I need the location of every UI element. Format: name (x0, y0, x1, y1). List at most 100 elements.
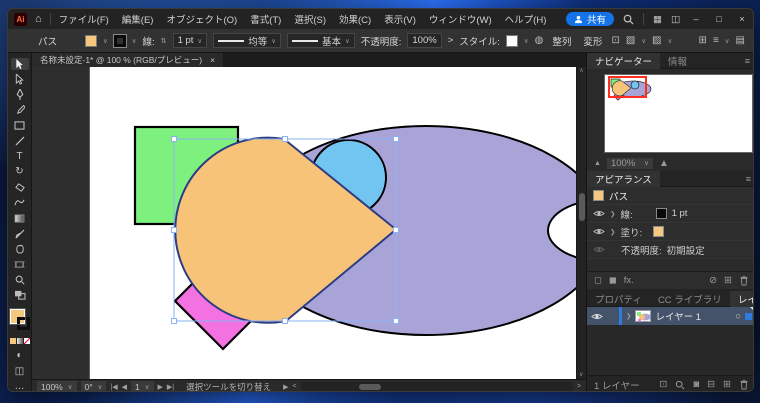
tab-layers[interactable]: レイヤー (729, 290, 753, 307)
navigator-preview[interactable] (604, 74, 753, 153)
free-transform-icon[interactable]: ⊡ (611, 35, 619, 46)
zoom-out-icon[interactable]: ▲ (594, 160, 601, 167)
minimize-button[interactable]: – (689, 14, 703, 24)
menu-file[interactable]: ファイル(F) (59, 12, 109, 26)
zoom-tool[interactable] (11, 274, 29, 286)
menu-object[interactable]: オブジェクト(O) (166, 12, 237, 26)
layer-selection-chip[interactable] (745, 312, 752, 320)
fill-color-swatch[interactable] (653, 226, 665, 237)
tab-cc-libraries[interactable]: CC ライブラリ (650, 291, 730, 307)
menu-window[interactable]: ウィンドウ(W) (429, 12, 492, 26)
screen-mode-icon[interactable]: ◫ (11, 365, 29, 377)
stroke-color-proxy[interactable] (16, 316, 30, 330)
panel-menu-icon[interactable]: ≡ (746, 174, 751, 184)
vertical-scrollbar[interactable]: ∧ ∨ (576, 67, 586, 379)
appearance-fill-row[interactable]: ❯ 塗り: (587, 223, 753, 241)
menu-help[interactable]: ヘルプ(H) (505, 12, 547, 26)
width-profile-dropdown[interactable]: 均等 ∨ (213, 33, 281, 48)
make-clipping-mask-icon[interactable]: ◙ (693, 379, 699, 390)
visibility-eye-icon[interactable] (593, 209, 605, 218)
locate-object-icon[interactable] (675, 380, 685, 390)
chevron-down-icon[interactable]: ∨ (668, 37, 673, 45)
menu-type[interactable]: 書式(T) (250, 12, 281, 26)
layer-thumbnail[interactable] (635, 310, 652, 322)
canvas-viewport[interactable]: ∧ ∨ (32, 67, 586, 379)
type-tool[interactable]: T (11, 150, 29, 162)
stroke-weight-field[interactable]: 1 pt ∨ (172, 33, 208, 48)
tab-info[interactable]: 情報 (660, 53, 695, 69)
fill-stroke-toggle-icon[interactable] (11, 289, 29, 301)
style-swatch[interactable] (505, 34, 518, 47)
chevron-down-icon[interactable]: ∨ (641, 37, 646, 45)
delete-layer-trash-icon[interactable] (739, 379, 749, 390)
tab-appearance[interactable]: アピアランス (587, 170, 660, 187)
expand-arrow-icon[interactable]: ❯ (610, 228, 615, 236)
add-effect-fx-button[interactable]: fx. (624, 275, 634, 286)
color-button[interactable] (9, 337, 16, 344)
document-setup-globe-icon[interactable]: ◍ (535, 35, 544, 46)
tab-navigator[interactable]: ナビゲーター (587, 52, 661, 69)
new-layer-icon[interactable]: ⊞ (723, 379, 731, 390)
status-menu-icon[interactable]: ▶ (283, 383, 288, 391)
scroll-left-icon[interactable]: < (293, 383, 297, 390)
artboard-number-field[interactable]: 1 ∨ (131, 381, 154, 391)
line-segment-tool[interactable] (11, 135, 29, 147)
tab-properties[interactable]: プロパティ (587, 291, 650, 307)
drawing-mode-icon[interactable]: ◐ (11, 350, 29, 362)
appearance-stroke-row[interactable]: ❯ 線: 1 pt (587, 205, 753, 223)
gradient-button[interactable] (16, 337, 23, 344)
share-button[interactable]: 共有 (566, 12, 615, 26)
rotation-field[interactable]: 0° ∨ (80, 381, 107, 391)
navigator-view-proxy[interactable] (608, 76, 647, 98)
layer-target-icon[interactable]: ○ (735, 311, 741, 322)
none-button[interactable] (23, 337, 30, 344)
workspace-icon[interactable]: ◫ (671, 14, 680, 25)
rotate-tool[interactable]: ↻ (11, 166, 29, 178)
zoom-in-icon[interactable]: ▲ (659, 158, 669, 169)
opacity-more-icon[interactable]: > (448, 35, 454, 46)
rectangle-tool[interactable] (11, 120, 29, 132)
chevron-down-icon[interactable]: ∨ (524, 37, 529, 45)
artboard-tool[interactable] (11, 258, 29, 270)
arrange-documents-icon[interactable]: ▦ (653, 14, 662, 25)
zoom-level-field[interactable]: 100% ∨ (37, 381, 77, 391)
collect-for-export-icon[interactable]: ⊡ (659, 379, 667, 390)
last-artboard-icon[interactable]: ▶| (167, 383, 174, 391)
stroke-color-swatch[interactable] (112, 33, 127, 48)
pen-tool[interactable] (11, 89, 29, 101)
next-artboard-icon[interactable]: ▶ (158, 383, 163, 391)
layer-visibility-eye-icon[interactable] (591, 312, 603, 321)
search-icon[interactable] (623, 14, 634, 25)
menu-edit[interactable]: 編集(E) (122, 12, 154, 26)
eyedropper-tool[interactable] (11, 227, 29, 239)
hand-tool[interactable] (11, 243, 29, 255)
layer-row[interactable]: ❯ レイヤー 1 ○ (587, 307, 753, 325)
edit-toolbar-icon[interactable]: … (11, 381, 29, 391)
scroll-down-icon[interactable]: ∨ (579, 371, 583, 378)
align-button[interactable]: 整列 (549, 33, 574, 49)
visibility-eye-icon[interactable] (593, 227, 605, 236)
appearance-item-row[interactable]: パス (587, 187, 753, 205)
scroll-right-icon[interactable]: > (577, 383, 581, 390)
eraser-tool[interactable] (11, 181, 29, 193)
delete-item-trash-icon[interactable] (739, 275, 749, 286)
duplicate-item-icon[interactable]: ⊞ (724, 275, 732, 286)
appearance-opacity-row[interactable]: 不透明度: 初期設定 (587, 241, 753, 259)
expand-arrow-icon[interactable]: ❯ (610, 210, 615, 218)
new-sublayer-icon[interactable]: ⊟ (707, 379, 715, 390)
expand-layer-icon[interactable]: ❯ (626, 312, 631, 320)
clear-appearance-icon[interactable]: ⊘ (709, 275, 717, 286)
fill-swatch-proxy[interactable] (8, 305, 30, 330)
first-artboard-icon[interactable]: |◀ (110, 383, 117, 391)
panel-menu-icon[interactable]: ≡ (745, 56, 750, 66)
horizontal-scrollbar[interactable] (300, 382, 573, 391)
add-fill-icon[interactable]: ◼ (609, 275, 617, 286)
stepper-icon[interactable]: ⇅ (161, 37, 167, 45)
home-icon[interactable]: ⌂ (35, 13, 42, 25)
add-stroke-icon[interactable]: ◻ (594, 275, 602, 286)
document-tab[interactable]: 名称未設定-1* @ 100 % (RGB/プレビュー) × (32, 53, 224, 67)
isolate-selected-object-icon[interactable]: ▨ (652, 35, 661, 46)
document-arrange-icon[interactable]: ▤ (736, 35, 745, 46)
shaper-tool[interactable] (11, 197, 29, 209)
fill-color-swatch[interactable] (85, 34, 98, 47)
